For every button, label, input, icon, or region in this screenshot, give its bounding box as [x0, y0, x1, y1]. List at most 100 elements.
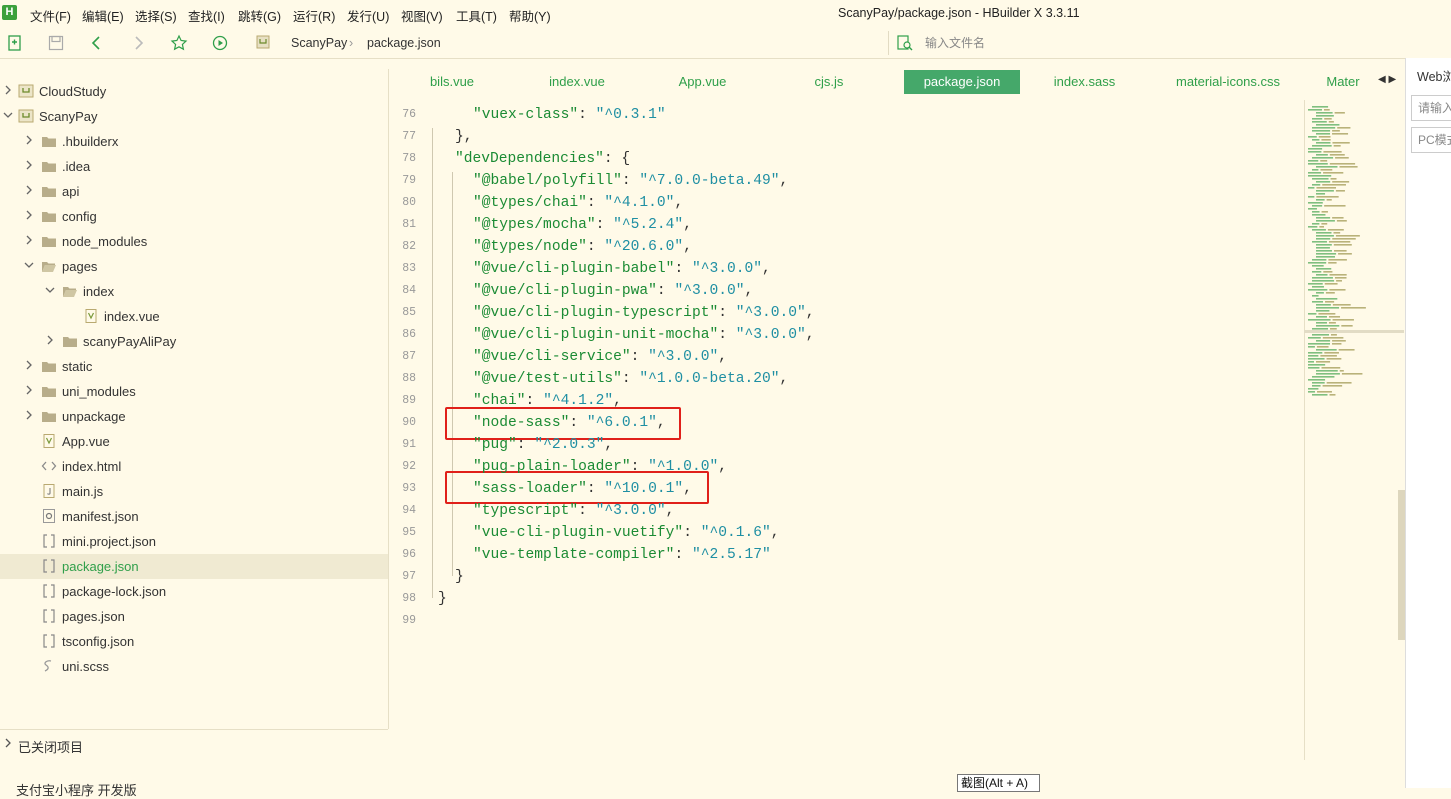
tree-item-scanypay[interactable]: ScanyPay [0, 104, 388, 129]
minimap-line [1328, 259, 1347, 261]
minimap-line [1320, 160, 1328, 162]
closed-projects[interactable]: 已关闭项目 [0, 729, 388, 758]
chevron-right-icon[interactable] [23, 209, 35, 221]
tree-item-node-modules[interactable]: node_modules [0, 229, 388, 254]
breadcrumb-project[interactable]: ScanyPay [291, 36, 347, 50]
tab-cjs-js[interactable]: cjs.js [794, 70, 864, 94]
line-number: 83 [402, 262, 416, 275]
menu-view[interactable]: 视图(V) [401, 6, 443, 25]
minimap-line [1336, 280, 1342, 282]
web-browser-title[interactable]: Web浏 [1417, 66, 1451, 85]
tree-item-index-vue[interactable]: index.vue [0, 304, 388, 329]
minimap-line [1308, 388, 1319, 390]
menu-find[interactable]: 查找(I) [188, 6, 225, 25]
folder-icon [41, 359, 57, 373]
tree-item-uni-scss[interactable]: uni.scss [0, 654, 388, 679]
chevron-right-icon[interactable] [2, 84, 14, 96]
tree-item-pages[interactable]: pages [0, 254, 388, 279]
back-icon[interactable] [88, 34, 106, 52]
minimap-line [1308, 319, 1331, 321]
chevron-right-icon[interactable] [23, 384, 35, 396]
tree-item-app-vue[interactable]: App.vue [0, 429, 388, 454]
minimap-line [1312, 169, 1319, 171]
code-line: "sass-loader": "^10.0.1", [473, 478, 692, 500]
file-search-input[interactable] [925, 33, 1225, 53]
run-target-label[interactable]: 支付宝小程序 开发版 [16, 780, 137, 799]
menu-publish[interactable]: 发行(U) [347, 6, 389, 25]
code-punct: : [621, 371, 640, 387]
minimap-line [1316, 325, 1340, 327]
menu-goto[interactable]: 跳转(G) [238, 6, 281, 25]
menu-file[interactable]: 文件(F) [30, 6, 71, 25]
url-input[interactable]: 请输入 [1411, 95, 1451, 121]
tree-item-index-html[interactable]: index.html [0, 454, 388, 479]
minimap-line [1308, 343, 1330, 345]
minimap-line [1308, 196, 1315, 198]
tab-index-sass[interactable]: index.sass [1037, 70, 1132, 94]
minimap-line [1308, 160, 1319, 162]
chevron-right-icon[interactable] [44, 334, 56, 346]
tab-bils-vue[interactable]: bils.vue [407, 70, 497, 94]
minimap-line [1312, 382, 1325, 384]
tree-item-package-lock-json[interactable]: package-lock.json [0, 579, 388, 604]
tree-item-hbuilderx[interactable]: .hbuilderx [0, 129, 388, 154]
chevron-right-icon[interactable] [23, 359, 35, 371]
star-icon[interactable] [170, 34, 188, 52]
tree-item-scanypayalipay[interactable]: scanyPayAliPay [0, 329, 388, 354]
menu-help[interactable]: 帮助(Y) [509, 6, 551, 25]
tree-item-main-js[interactable]: main.js [0, 479, 388, 504]
code-punct: , [683, 481, 692, 497]
chevron-right-icon[interactable] [23, 234, 35, 246]
json-key: "@vue/cli-service" [473, 349, 631, 365]
minimap-line [1308, 109, 1322, 111]
tree-item-unpackage[interactable]: unpackage [0, 404, 388, 429]
tab-package-json[interactable]: package.json [904, 70, 1020, 94]
chevron-right-icon[interactable] [23, 159, 35, 171]
chevron-down-icon[interactable] [44, 284, 56, 296]
tab-scroll-arrows-icon[interactable]: ◀ ▶ [1378, 74, 1396, 85]
tree-item-label: manifest.json [62, 509, 139, 524]
breadcrumb-file[interactable]: package.json [367, 36, 441, 50]
code-punct: : [683, 525, 701, 541]
tree-item-static[interactable]: static [0, 354, 388, 379]
tree-item-pages-json[interactable]: pages.json [0, 604, 388, 629]
menu-select[interactable]: 选择(S) [135, 6, 177, 25]
tree-item-mini-project-json[interactable]: mini.project.json [0, 529, 388, 554]
tree-item-uni-modules[interactable]: uni_modules [0, 379, 388, 404]
tab-index-vue[interactable]: index.vue [522, 70, 632, 94]
tree-item-tsconfig-json[interactable]: tsconfig.json [0, 629, 388, 654]
tree-item-config[interactable]: config [0, 204, 388, 229]
run-icon[interactable] [211, 34, 229, 52]
menu-edit[interactable]: 编辑(E) [82, 6, 124, 25]
code-punct: , [718, 459, 727, 475]
forward-icon[interactable] [129, 34, 147, 52]
tree-item-cloudstudy[interactable]: CloudStudy [0, 79, 388, 104]
tree-item-package-json[interactable]: package.json [0, 554, 388, 579]
tree-item-index[interactable]: index [0, 279, 388, 304]
minimap-line [1308, 172, 1322, 174]
save-icon[interactable] [47, 34, 65, 52]
tab-mater[interactable]: Mater [1318, 70, 1368, 94]
chevron-down-icon[interactable] [23, 259, 35, 271]
chevron-right-icon[interactable] [23, 409, 35, 421]
tree-item-manifest-json[interactable]: manifest.json [0, 504, 388, 529]
new-file-icon[interactable] [6, 34, 24, 52]
chevron-down-icon[interactable] [2, 109, 14, 121]
vue-file-icon [41, 434, 57, 448]
code-line: "@types/chai": "^4.1.0", [473, 192, 683, 214]
minimap-viewport[interactable] [1304, 330, 1404, 333]
json-value: "^3.0.0" [691, 261, 763, 277]
tree-item-idea[interactable]: .idea [0, 154, 388, 179]
chevron-right-icon[interactable] [23, 184, 35, 196]
tab-material-icons-css[interactable]: material-icons.css [1158, 70, 1298, 94]
chevron-right-icon[interactable] [23, 134, 35, 146]
editor-scrollbar[interactable] [1398, 490, 1405, 640]
minimap-line [1316, 349, 1337, 351]
tree-item-api[interactable]: api [0, 179, 388, 204]
pc-mode-select[interactable]: PC模式 [1411, 127, 1451, 153]
menu-run[interactable]: 运行(R) [293, 6, 335, 25]
tab-app-vue[interactable]: App.vue [655, 70, 750, 94]
minimap-line [1316, 193, 1326, 195]
minimap[interactable] [1304, 100, 1406, 760]
menu-tools[interactable]: 工具(T) [456, 6, 497, 25]
